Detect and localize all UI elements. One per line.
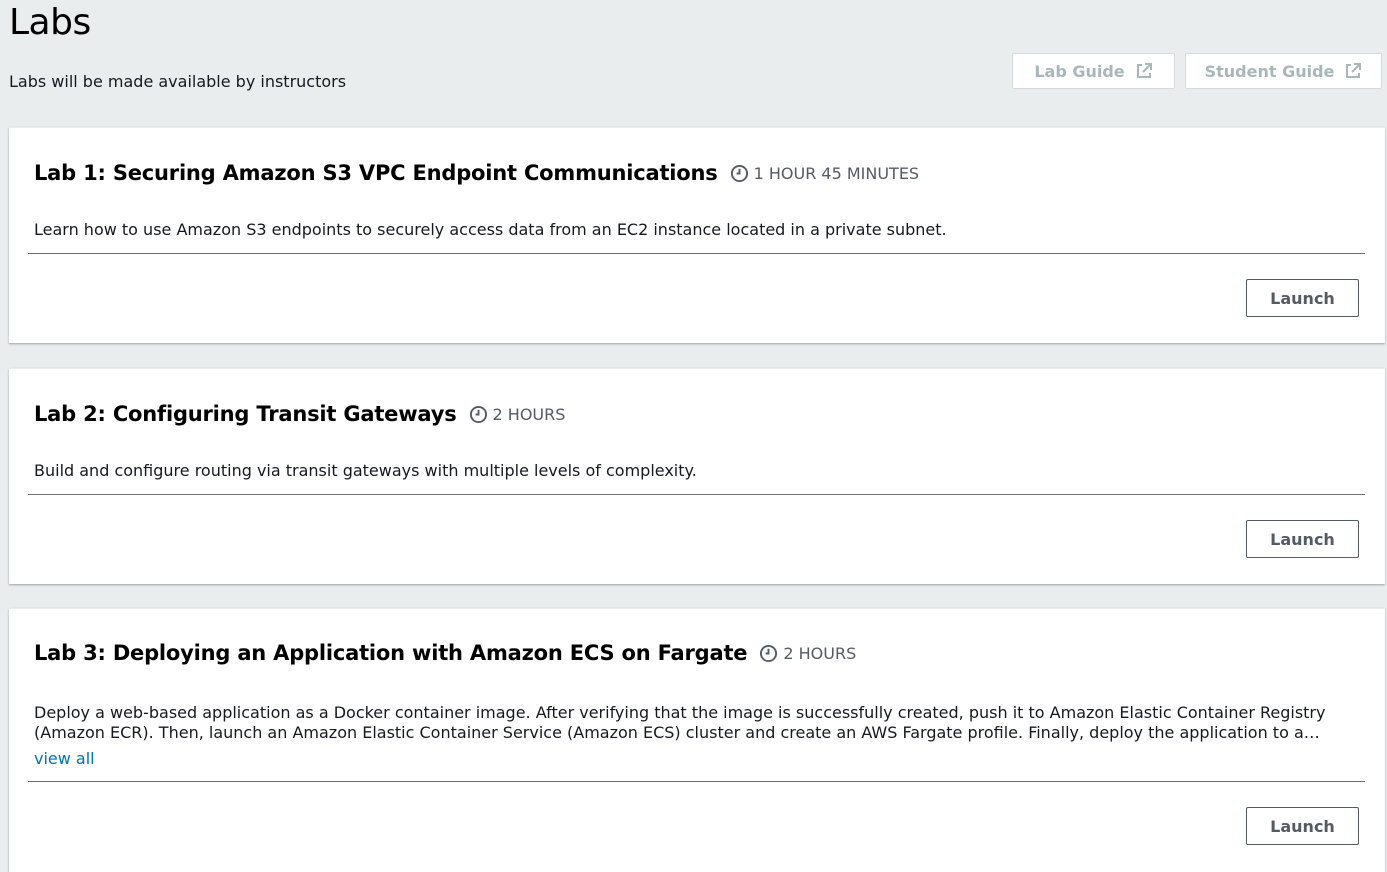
clock-icon (730, 164, 748, 182)
lab-title: Lab 2: Configuring Transit Gateways (34, 402, 457, 426)
student-guide-button[interactable]: Student Guide (1185, 53, 1382, 89)
view-all-link[interactable]: view all (34, 749, 1364, 769)
card-divider (28, 781, 1365, 782)
lab-duration-text: 2 HOURS (783, 643, 857, 663)
page-subtitle: Labs will be made available by instructo… (9, 72, 347, 91)
clock-icon (469, 405, 487, 423)
lab-description-text: Deploy a web-based application as a Dock… (34, 703, 1326, 742)
lab-description: Build and configure routing via transit … (34, 461, 1364, 481)
lab-duration-text: 2 HOURS (492, 404, 566, 424)
lab-duration: 2 HOURS (759, 644, 856, 663)
lab-description-text: Learn how to use Amazon S3 endpoints to … (34, 220, 947, 239)
lab-guide-button[interactable]: Lab Guide (1012, 53, 1175, 89)
launch-button[interactable]: Launch (1246, 807, 1359, 845)
lab-description: Learn how to use Amazon S3 endpoints to … (34, 220, 1364, 240)
page-title: Labs (9, 2, 91, 43)
lab-title: Lab 3: Deploying an Application with Ama… (34, 641, 748, 665)
lab-duration-text: 1 HOUR 45 MINUTES (753, 163, 920, 183)
lab-description: Deploy a web-based application as a Dock… (34, 703, 1364, 769)
card-divider (28, 253, 1365, 254)
lab-duration: 2 HOURS (469, 404, 566, 424)
lab-guide-label: Lab Guide (1034, 61, 1125, 81)
launch-button[interactable]: Launch (1246, 520, 1359, 558)
lab-card: Lab 3: Deploying an Application with Ama… (9, 608, 1385, 872)
card-divider (28, 494, 1365, 495)
lab-duration: 1 HOUR 45 MINUTES (730, 163, 920, 183)
clock-icon (760, 644, 778, 662)
student-guide-label: Student Guide (1204, 61, 1335, 81)
lab-title: Lab 1: Securing Amazon S3 VPC Endpoint C… (34, 161, 718, 185)
external-link-icon (1346, 63, 1362, 78)
launch-button[interactable]: Launch (1246, 279, 1359, 317)
lab-card: Lab 2: Configuring Transit Gateways 2 HO… (9, 368, 1385, 584)
external-link-icon (1136, 63, 1152, 78)
lab-description-text: Build and configure routing via transit … (34, 461, 697, 480)
lab-card: Lab 1: Securing Amazon S3 VPC Endpoint C… (9, 127, 1385, 343)
